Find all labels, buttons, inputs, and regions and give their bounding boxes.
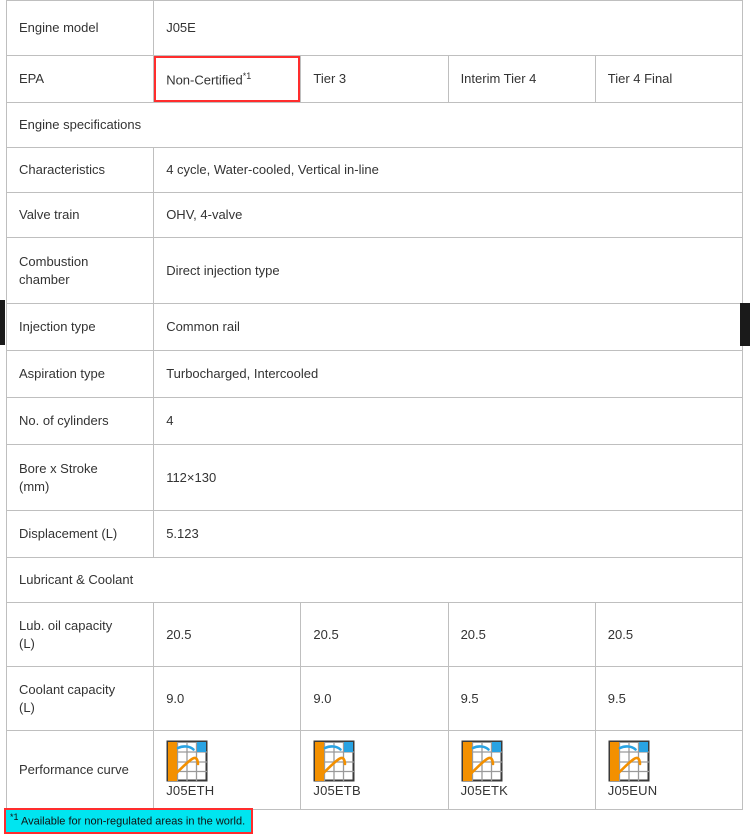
row-label-combustion-chamber-line2: chamber bbox=[19, 271, 70, 287]
table-row-coolant-capacity: Coolant capacity (L) 9.0 9.0 9.5 9.5 bbox=[5, 666, 744, 731]
table-row-lub-oil-capacity: Lub. oil capacity (L) 20.5 20.5 20.5 20.… bbox=[5, 602, 744, 667]
performance-curve-icon bbox=[461, 740, 503, 782]
cell-engine-model-value: J05E bbox=[153, 0, 743, 56]
table-row-engine-model: Engine model J05E bbox=[5, 0, 743, 56]
row-label-coolant-capacity-line1: Coolant capacity bbox=[19, 681, 116, 697]
cell-lub-oil-col1: 20.5 bbox=[153, 602, 302, 667]
performance-curve-thumb-2[interactable]: J05ETB bbox=[313, 740, 361, 800]
row-label-bore-stroke-line1: Bore x Stroke bbox=[19, 460, 98, 476]
engine-spec-table: Engine model J05E EPA Non-Certified*1 Ti… bbox=[5, 0, 744, 810]
epa-option-tier-3[interactable]: Tier 3 bbox=[300, 55, 449, 103]
cell-injection-type-value: Common rail bbox=[153, 303, 743, 351]
epa-option-non-certified-footnote-mark: *1 bbox=[242, 70, 252, 81]
cell-coolant-col1: 9.0 bbox=[153, 666, 302, 731]
cell-performance-curve-col1[interactable]: J05ETH bbox=[153, 730, 302, 810]
cell-characteristics-value: 4 cycle, Water-cooled, Vertical in-line bbox=[153, 147, 743, 193]
table-row-injection-type: Injection type Common rail bbox=[5, 303, 743, 351]
row-label-bore-stroke-line2: (mm) bbox=[19, 478, 50, 494]
cell-bore-stroke-value: 112×130 bbox=[153, 444, 743, 511]
footnote-banner: *1 Available for non-regulated areas in … bbox=[4, 808, 254, 835]
performance-curve-thumb-4[interactable]: J05EUN bbox=[608, 740, 658, 800]
row-label-lub-oil-capacity-line2: (L) bbox=[19, 635, 35, 651]
performance-curve-label-2: J05ETB bbox=[313, 783, 361, 799]
cell-no-of-cylinders-value: 4 bbox=[153, 397, 743, 445]
cell-performance-curve-col2[interactable]: J05ETB bbox=[300, 730, 449, 810]
performance-curve-icon bbox=[166, 740, 208, 782]
table-row-aspiration-type: Aspiration type Turbocharged, Intercoole… bbox=[5, 350, 743, 398]
table-row-valve-train: Valve train OHV, 4-valve bbox=[5, 192, 743, 238]
cell-coolant-col2: 9.0 bbox=[300, 666, 449, 731]
table-row-displacement: Displacement (L) 5.123 bbox=[5, 510, 743, 558]
cell-lub-oil-col4: 20.5 bbox=[594, 602, 744, 667]
section-header-lubricant-coolant: Lubricant & Coolant bbox=[6, 557, 743, 603]
table-row-section-engine-specifications: Engine specifications bbox=[6, 102, 743, 148]
performance-curve-thumb-3[interactable]: J05ETK bbox=[461, 740, 508, 800]
performance-curve-label-1: J05ETH bbox=[166, 783, 215, 799]
footnote-mark: *1 bbox=[10, 812, 19, 822]
section-header-engine-specifications: Engine specifications bbox=[6, 102, 743, 148]
cell-aspiration-type-value: Turbocharged, Intercooled bbox=[153, 350, 743, 398]
engine-spec-table-container: Engine model J05E EPA Non-Certified*1 Ti… bbox=[5, 0, 744, 810]
row-label-combustion-chamber: Combustion chamber bbox=[5, 237, 155, 304]
row-label-engine-model: Engine model bbox=[5, 0, 155, 56]
cell-combustion-chamber-value: Direct injection type bbox=[153, 237, 743, 304]
table-row-no-of-cylinders: No. of cylinders 4 bbox=[5, 397, 743, 445]
epa-option-interim-tier-4[interactable]: Interim Tier 4 bbox=[447, 55, 596, 103]
epa-option-non-certified[interactable]: Non-Certified*1 bbox=[153, 55, 302, 103]
row-label-combustion-chamber-line1: Combustion bbox=[19, 253, 89, 269]
table-row-characteristics: Characteristics 4 cycle, Water-cooled, V… bbox=[5, 147, 743, 193]
epa-option-tier-4-final[interactable]: Tier 4 Final bbox=[594, 55, 744, 103]
performance-curve-icon bbox=[313, 740, 355, 782]
performance-curve-thumb-1[interactable]: J05ETH bbox=[166, 740, 214, 800]
cell-performance-curve-col3[interactable]: J05ETK bbox=[447, 730, 596, 810]
cell-coolant-col4: 9.5 bbox=[594, 666, 744, 731]
row-label-epa: EPA bbox=[5, 55, 155, 103]
row-label-bore-stroke: Bore x Stroke (mm) bbox=[5, 444, 155, 511]
row-label-coolant-capacity: Coolant capacity (L) bbox=[5, 666, 155, 731]
row-label-lub-oil-capacity: Lub. oil capacity (L) bbox=[5, 602, 155, 667]
cell-lub-oil-col3: 20.5 bbox=[447, 602, 596, 667]
row-label-displacement: Displacement (L) bbox=[5, 510, 155, 558]
cell-lub-oil-col2: 20.5 bbox=[300, 602, 449, 667]
row-label-characteristics: Characteristics bbox=[5, 147, 155, 193]
table-row-bore-stroke: Bore x Stroke (mm) 112×130 bbox=[5, 444, 743, 511]
table-row-performance-curve: Performance curve J05ETH J05ETB J05ETK J… bbox=[5, 730, 744, 810]
cell-performance-curve-col4[interactable]: J05EUN bbox=[594, 730, 744, 810]
footnote-text: Available for non-regulated areas in the… bbox=[20, 815, 246, 828]
table-row-combustion-chamber: Combustion chamber Direct injection type bbox=[5, 237, 743, 304]
performance-curve-label-3: J05ETK bbox=[460, 783, 509, 799]
row-label-performance-curve: Performance curve bbox=[5, 730, 155, 810]
row-label-lub-oil-capacity-line1: Lub. oil capacity bbox=[19, 617, 113, 633]
cell-displacement-value: 5.123 bbox=[153, 510, 743, 558]
performance-curve-icon bbox=[608, 740, 650, 782]
left-edge-scroll-nub[interactable] bbox=[0, 300, 5, 345]
row-label-no-of-cylinders: No. of cylinders bbox=[5, 397, 155, 445]
right-edge-scroll-nub[interactable] bbox=[740, 303, 750, 346]
cell-valve-train-value: OHV, 4-valve bbox=[153, 192, 743, 238]
row-label-aspiration-type: Aspiration type bbox=[5, 350, 155, 398]
row-label-injection-type: Injection type bbox=[5, 303, 155, 351]
epa-option-non-certified-label: Non-Certified bbox=[166, 71, 243, 87]
table-row-section-lubricant-coolant: Lubricant & Coolant bbox=[6, 557, 743, 603]
cell-coolant-col3: 9.5 bbox=[447, 666, 596, 731]
table-row-epa: EPA Non-Certified*1 Tier 3 Interim Tier … bbox=[5, 55, 744, 103]
row-label-valve-train: Valve train bbox=[5, 192, 155, 238]
row-label-coolant-capacity-line2: (L) bbox=[19, 699, 35, 715]
performance-curve-label-4: J05EUN bbox=[607, 783, 658, 799]
